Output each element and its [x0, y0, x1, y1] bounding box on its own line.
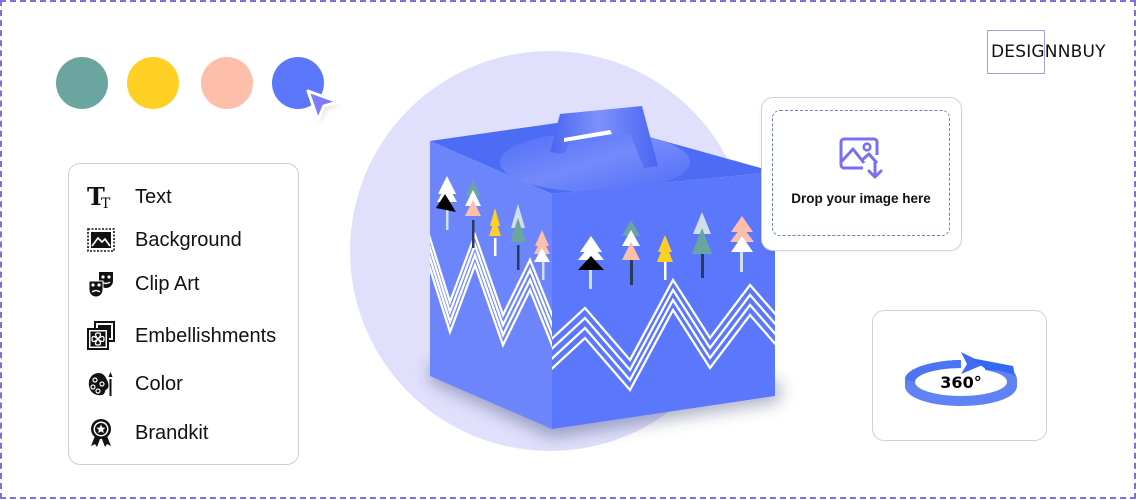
tool-label: Background: [135, 228, 242, 251]
tool-clip-art[interactable]: Clip Art: [85, 269, 199, 299]
tools-panel: TT Text Background Clip Art Embellishmen…: [68, 163, 299, 465]
view-360-label: 360°: [940, 373, 981, 392]
embellishments-icon: [85, 321, 117, 351]
tool-label: Embellishments: [135, 324, 277, 347]
tool-brandkit[interactable]: Brandkit: [85, 418, 208, 448]
clip-art-icon: [85, 269, 117, 299]
gift-box-product-image[interactable]: [390, 70, 810, 470]
image-dropzone[interactable]: Drop your image here: [772, 110, 950, 236]
tool-background[interactable]: Background: [85, 225, 242, 255]
brand-name: DESIGNNBUY: [991, 42, 1106, 62]
dropzone-label: Drop your image here: [791, 191, 931, 206]
tool-text[interactable]: TT Text: [85, 182, 172, 212]
image-download-icon: [839, 137, 883, 179]
svg-text:T: T: [101, 196, 111, 210]
text-icon: TT: [85, 182, 117, 212]
swatch-yellow[interactable]: [127, 57, 179, 109]
tool-label: Text: [135, 185, 172, 208]
tool-embellishments[interactable]: Embellishments: [85, 321, 276, 351]
tool-label: Brandkit: [135, 421, 209, 444]
upload-card: Drop your image here: [761, 97, 962, 251]
rotate-360-icon: 360°: [905, 352, 1017, 406]
brandkit-badge-icon: [85, 418, 117, 448]
background-icon: [85, 225, 117, 255]
tool-label: Clip Art: [135, 272, 200, 295]
cursor-pointer-icon: [306, 89, 340, 123]
tool-label: Color: [135, 372, 183, 395]
swatch-peach[interactable]: [201, 57, 253, 109]
color-palette-icon: [85, 369, 117, 399]
view-360-button[interactable]: 360°: [872, 310, 1047, 441]
tool-color[interactable]: Color: [85, 369, 183, 399]
swatch-teal[interactable]: [56, 57, 108, 109]
